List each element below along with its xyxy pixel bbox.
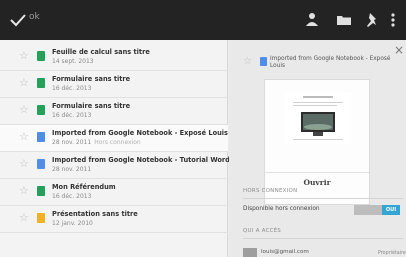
done-label[interactable]: ok [29, 12, 40, 22]
list-item[interactable]: ☆ Imported from Google Notebook - Exposé… [0, 125, 228, 152]
access-section-heading: QUI A ACCÈS [243, 228, 282, 234]
preview-card[interactable]: Ouvrir [264, 79, 370, 205]
document-date: 16 déc. 2013 [52, 193, 92, 200]
access-role: Propriétaire [378, 251, 406, 256]
document-date: 16 déc. 2013 [52, 112, 92, 119]
section-divider [243, 238, 403, 239]
offline-badge: Hors connexion [94, 139, 141, 146]
document-title: Présentation sans titre [52, 210, 138, 218]
document-title: Formulaire sans titre [52, 75, 131, 83]
offline-section-heading: HORS CONNEXION [243, 188, 298, 194]
list-item[interactable]: ☆ Feuille de calcul sans titre 14 sept. … [0, 44, 228, 71]
person-icon[interactable] [302, 10, 322, 30]
document-date: 12 janv. 2010 [52, 220, 93, 227]
star-icon[interactable]: ☆ [243, 56, 252, 67]
list-item[interactable]: ☆ Formulaire sans titre 16 déc. 2013 [0, 98, 228, 125]
checkmark-icon[interactable] [9, 11, 27, 29]
document-list: ☆ Feuille de calcul sans titre 14 sept. … [0, 40, 230, 257]
toggle-knob: OUI [382, 205, 400, 215]
list-item[interactable]: ☆ Mon Référendum 16 déc. 2013 [0, 179, 228, 206]
folder-icon[interactable] [334, 10, 354, 30]
document-date: 28 nov. 2011 Hors connexion [52, 139, 141, 146]
form-icon [37, 78, 45, 88]
avatar [243, 248, 257, 257]
document-title: Feuille de calcul sans titre [52, 48, 150, 56]
document-icon [260, 57, 267, 66]
action-bar: ok [0, 0, 406, 40]
spreadsheet-icon [37, 51, 45, 61]
star-icon[interactable]: ☆ [19, 77, 29, 89]
close-icon[interactable]: × [394, 44, 404, 56]
pin-icon[interactable] [362, 10, 382, 30]
presentation-icon [37, 213, 45, 223]
document-title: Imported from Google Notebook - Tutorial… [52, 156, 230, 164]
document-date: 16 déc. 2013 [52, 85, 92, 92]
document-title: Mon Référendum [52, 183, 116, 191]
section-divider [243, 198, 403, 199]
star-icon[interactable]: ☆ [19, 50, 29, 62]
document-icon [37, 159, 45, 169]
document-detail-panel: × ☆ Imported from Google Notebook - Expo… [229, 40, 406, 257]
list-item[interactable]: ☆ Présentation sans titre 12 janv. 2010 [0, 206, 228, 233]
document-title: Formulaire sans titre [52, 102, 131, 110]
star-icon[interactable]: ☆ [19, 212, 29, 224]
document-thumbnail [285, 92, 351, 144]
star-icon[interactable]: ☆ [19, 131, 29, 143]
star-icon[interactable]: ☆ [19, 104, 29, 116]
open-button[interactable]: Ouvrir [265, 178, 369, 187]
offline-toggle[interactable]: OUI [354, 205, 400, 215]
star-icon[interactable]: ☆ [19, 158, 29, 170]
card-divider [265, 172, 369, 173]
list-item[interactable]: ☆ Imported from Google Notebook - Tutori… [0, 152, 230, 179]
form-icon [37, 186, 45, 196]
access-email: louis@gmail.com [261, 249, 309, 255]
form-icon [37, 105, 45, 115]
document-date: 14 sept. 2013 [52, 58, 94, 65]
document-date: 28 nov. 2011 [52, 166, 92, 173]
list-item[interactable]: ☆ Formulaire sans titre 16 déc. 2013 [0, 71, 228, 98]
overflow-menu-icon[interactable] [388, 10, 398, 30]
offline-label: Disponible hors connexion [243, 206, 320, 212]
detail-title: Imported from Google Notebook - Exposé L… [270, 56, 391, 69]
document-icon [37, 132, 45, 142]
star-icon[interactable]: ☆ [19, 185, 29, 197]
document-title: Imported from Google Notebook - Exposé L… [52, 129, 228, 137]
